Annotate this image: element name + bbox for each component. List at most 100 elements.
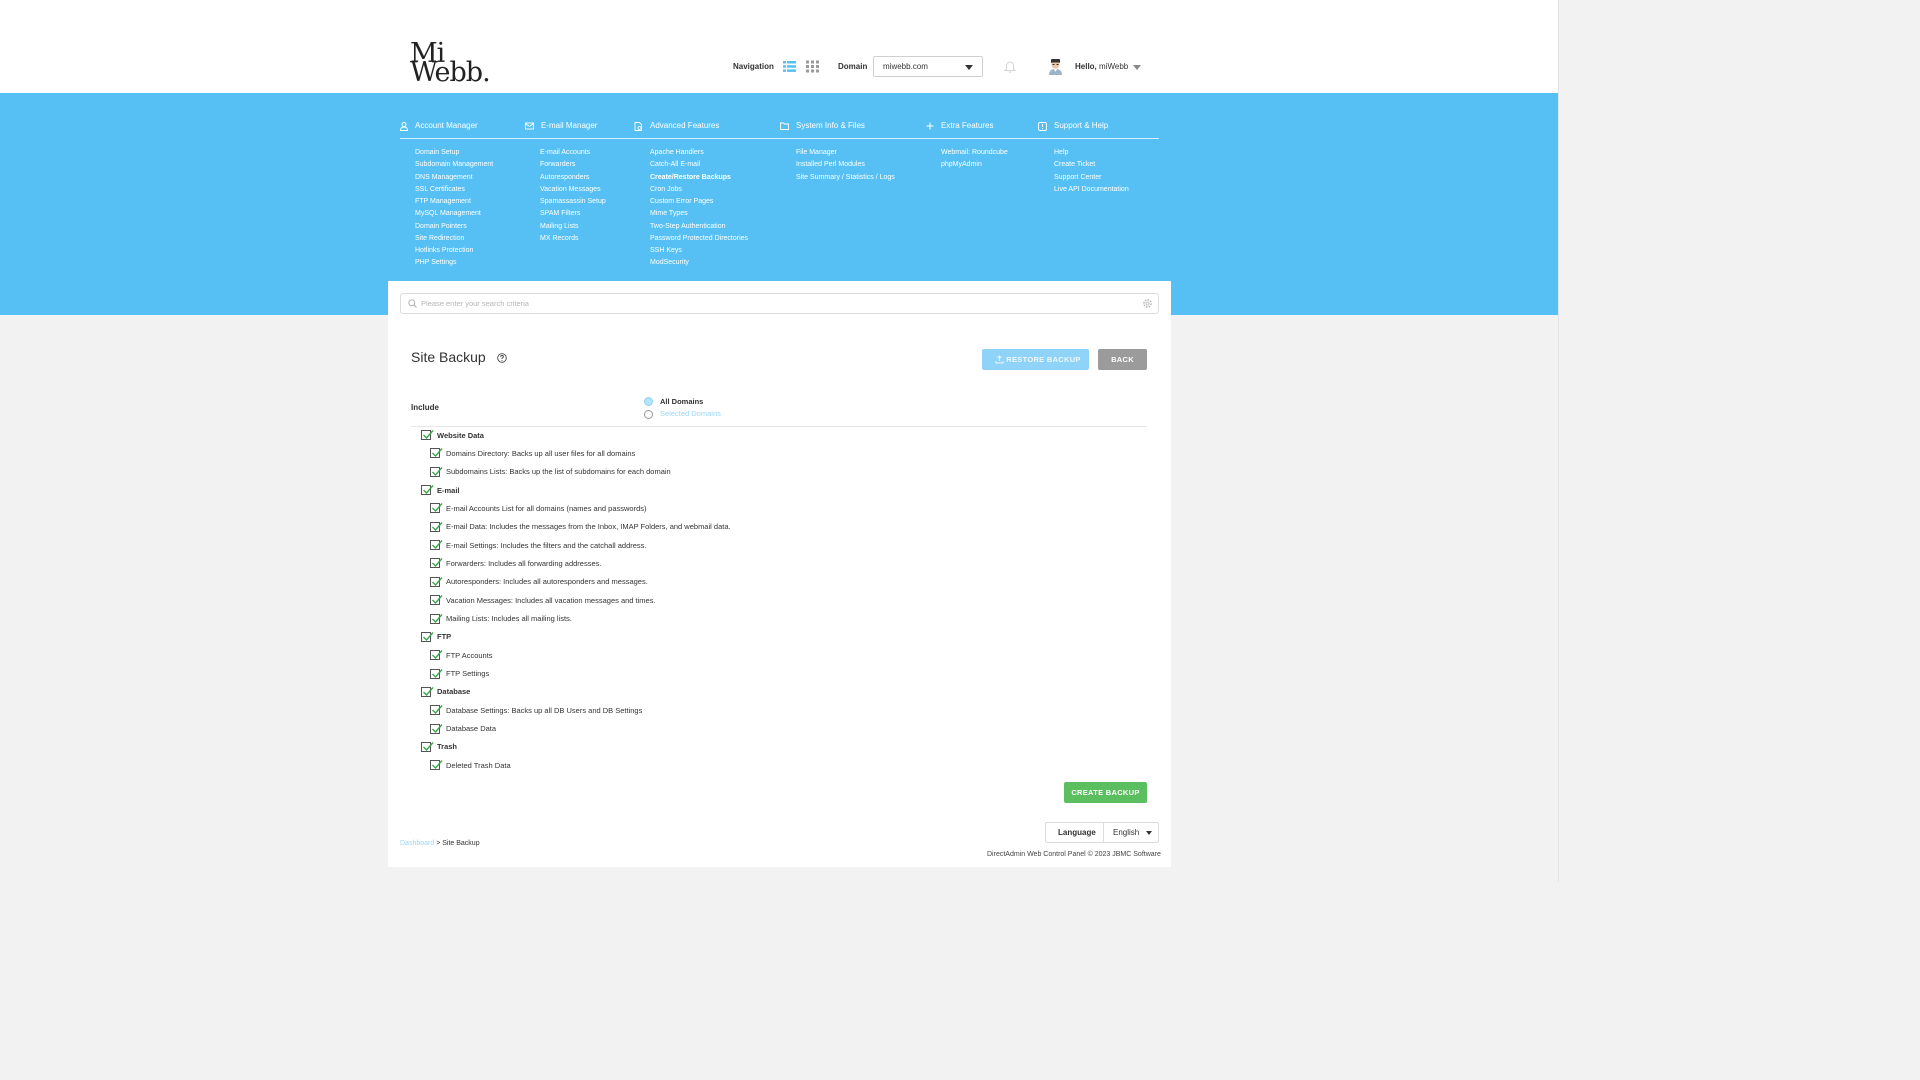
- menu-heading-extra-features[interactable]: Extra Features: [926, 115, 993, 137]
- menu-item-live-api-documentation[interactable]: Live API Documentation: [1054, 184, 1129, 196]
- menu-heading-email-manager[interactable]: E-mail Manager: [525, 115, 597, 137]
- checkbox-group-label[interactable]: Trash: [437, 742, 457, 751]
- checkbox[interactable]: [430, 521, 443, 532]
- gear-icon[interactable]: [1142, 298, 1153, 309]
- checkbox-group-row[interactable]: FTP: [421, 631, 451, 643]
- checkbox[interactable]: [430, 650, 443, 661]
- menu-item-support-center[interactable]: Support Center: [1054, 172, 1129, 184]
- checkbox[interactable]: [430, 760, 443, 771]
- menu-heading-support-help[interactable]: Support & Help: [1038, 115, 1108, 137]
- user-menu-chevron-icon[interactable]: [1133, 65, 1141, 70]
- menu-item-create-ticket[interactable]: Create Ticket: [1054, 159, 1129, 171]
- checkbox[interactable]: [421, 631, 434, 642]
- checkbox-group-row[interactable]: E-mail: [421, 484, 460, 496]
- checkbox-item-row[interactable]: Domains Directory: Backs up all user fil…: [430, 447, 635, 459]
- checkbox-item-row[interactable]: Deleted Trash Data: [430, 759, 511, 771]
- checkbox-item-label[interactable]: FTP Accounts: [446, 651, 493, 660]
- search-input[interactable]: [421, 296, 1121, 311]
- menu-item-custom-error-pages[interactable]: Custom Error Pages: [650, 196, 748, 208]
- checkbox[interactable]: [430, 668, 443, 679]
- checkbox-item-row[interactable]: E-mail Accounts List for all domains (na…: [430, 502, 647, 514]
- checkbox-item-label[interactable]: Subdomains Lists: Backs up the list of s…: [446, 467, 671, 476]
- menu-item-file-manager[interactable]: File Manager: [796, 147, 895, 159]
- menu-item-mailing-lists[interactable]: Mailing Lists: [540, 221, 606, 233]
- checkbox-item-label[interactable]: Autoresponders: Includes all autorespond…: [446, 577, 648, 586]
- checkbox[interactable]: [430, 595, 443, 606]
- checkbox[interactable]: [421, 430, 434, 440]
- menu-item-spamassassin-setup[interactable]: Spamassassin Setup: [540, 196, 606, 208]
- checkbox[interactable]: [421, 686, 434, 697]
- checkbox-item-label[interactable]: Domains Directory: Backs up all user fil…: [446, 449, 635, 458]
- checkbox[interactable]: [421, 485, 434, 496]
- menu-item-phpmyadmin[interactable]: phpMyAdmin: [941, 159, 1008, 171]
- menu-heading-system-info[interactable]: System Info & Files: [780, 115, 865, 137]
- checkbox-item-row[interactable]: Vacation Messages: Includes all vacation…: [430, 594, 656, 606]
- menu-heading-account-manager[interactable]: Account Manager: [400, 115, 478, 137]
- checkbox[interactable]: [430, 576, 443, 587]
- checkbox[interactable]: [430, 723, 443, 734]
- checkbox[interactable]: [430, 466, 443, 477]
- menu-item-modsecurity[interactable]: ModSecurity: [650, 257, 748, 269]
- menu-item-email-accounts[interactable]: E-mail Accounts: [540, 147, 606, 159]
- menu-item-dns-management[interactable]: DNS Management: [415, 172, 493, 184]
- checkbox[interactable]: [430, 705, 443, 716]
- checkbox-group-label[interactable]: Database: [437, 687, 470, 696]
- checkbox-item-label[interactable]: Mailing Lists: Includes all mailing list…: [446, 614, 572, 623]
- menu-item-password-protected-directories[interactable]: Password Protected Directories: [650, 233, 748, 245]
- checkbox-item-row[interactable]: Database Settings: Backs up all DB Users…: [430, 704, 642, 716]
- checkbox-item-label[interactable]: Deleted Trash Data: [446, 761, 511, 770]
- checkbox-item-label[interactable]: E-mail Settings: Includes the filters an…: [446, 541, 647, 550]
- menu-item-php-settings[interactable]: PHP Settings: [415, 257, 493, 269]
- checkbox[interactable]: [430, 613, 443, 624]
- menu-item-hotlinks-protection[interactable]: Hotlinks Protection: [415, 245, 493, 257]
- bell-icon[interactable]: [1003, 60, 1017, 74]
- checkbox-item-row[interactable]: Database Data: [430, 723, 496, 735]
- checkbox-item-row[interactable]: E-mail Settings: Includes the filters an…: [430, 539, 647, 551]
- checkbox-item-row[interactable]: FTP Accounts: [430, 649, 493, 661]
- menu-item-apache-handlers[interactable]: Apache Handlers: [650, 147, 748, 159]
- checkbox-item-row[interactable]: Autoresponders: Includes all autorespond…: [430, 576, 648, 588]
- checkbox-item-row[interactable]: Mailing Lists: Includes all mailing list…: [430, 613, 572, 625]
- radio-selected-domains-label[interactable]: Selected Domains: [660, 409, 721, 418]
- miwebb-logo[interactable]: Mi Webb.: [410, 40, 491, 86]
- checkbox[interactable]: [430, 448, 443, 459]
- menu-item-ftp-management[interactable]: FTP Management: [415, 196, 493, 208]
- breadcrumb-dashboard-link[interactable]: Dashboard: [400, 840, 434, 847]
- checkbox-item-row[interactable]: Subdomains Lists: Backs up the list of s…: [430, 466, 671, 478]
- menu-heading-advanced-features[interactable]: Advanced Features: [634, 115, 719, 137]
- menu-item-cron-jobs[interactable]: Cron Jobs: [650, 184, 748, 196]
- menu-item-mx-records[interactable]: MX Records: [540, 233, 606, 245]
- checkbox-item-label[interactable]: FTP Settings: [446, 669, 489, 678]
- list-view-icon[interactable]: [783, 60, 796, 73]
- radio-all-domains-label[interactable]: All Domains: [660, 397, 703, 406]
- checkbox-item-label[interactable]: Vacation Messages: Includes all vacation…: [446, 596, 656, 605]
- checkbox-group-row[interactable]: Trash: [421, 741, 457, 753]
- checkbox-item-label[interactable]: Forwarders: Includes all forwarding addr…: [446, 559, 602, 568]
- back-button[interactable]: BACK: [1098, 349, 1147, 370]
- menu-item-ssl-certificates[interactable]: SSL Certificates: [415, 184, 493, 196]
- menu-item-help[interactable]: Help: [1054, 147, 1129, 159]
- menu-item-domain-pointers[interactable]: Domain Pointers: [415, 221, 493, 233]
- menu-item-mime-types[interactable]: Mime Types: [650, 208, 748, 220]
- menu-item-forwarders[interactable]: Forwarders: [540, 159, 606, 171]
- checkbox-item-row[interactable]: FTP Settings: [430, 668, 489, 680]
- menu-item-catch-all-email[interactable]: Catch-All E-mail: [650, 159, 748, 171]
- checkbox-item-label[interactable]: Database Settings: Backs up all DB Users…: [446, 706, 642, 715]
- page-scrollbar[interactable]: [1558, 0, 1568, 882]
- checkbox-group-label[interactable]: E-mail: [437, 486, 460, 495]
- checkbox-item-label[interactable]: E-mail Accounts List for all domains (na…: [446, 504, 647, 513]
- checkbox-group-row[interactable]: Website Data: [421, 429, 484, 441]
- domain-select[interactable]: miwebb.com: [873, 56, 983, 77]
- radio-all-domains[interactable]: [644, 397, 653, 406]
- radio-selected-domains[interactable]: [644, 410, 653, 419]
- menu-item-create-restore-backups[interactable]: Create/Restore Backups: [650, 172, 748, 184]
- user-greeting[interactable]: Hello, miWebb: [1075, 62, 1128, 71]
- checkbox[interactable]: [430, 558, 443, 569]
- restore-backup-button[interactable]: RESTORE BACKUP: [982, 349, 1089, 370]
- checkbox[interactable]: [430, 503, 443, 514]
- menu-item-webmail-roundcube[interactable]: Webmail: Roundcube: [941, 147, 1008, 159]
- checkbox[interactable]: [430, 540, 443, 551]
- checkbox[interactable]: [421, 741, 434, 752]
- menu-item-site-summary[interactable]: Site Summary / Statistics / Logs: [796, 172, 895, 184]
- menu-item-domain-setup[interactable]: Domain Setup: [415, 147, 493, 159]
